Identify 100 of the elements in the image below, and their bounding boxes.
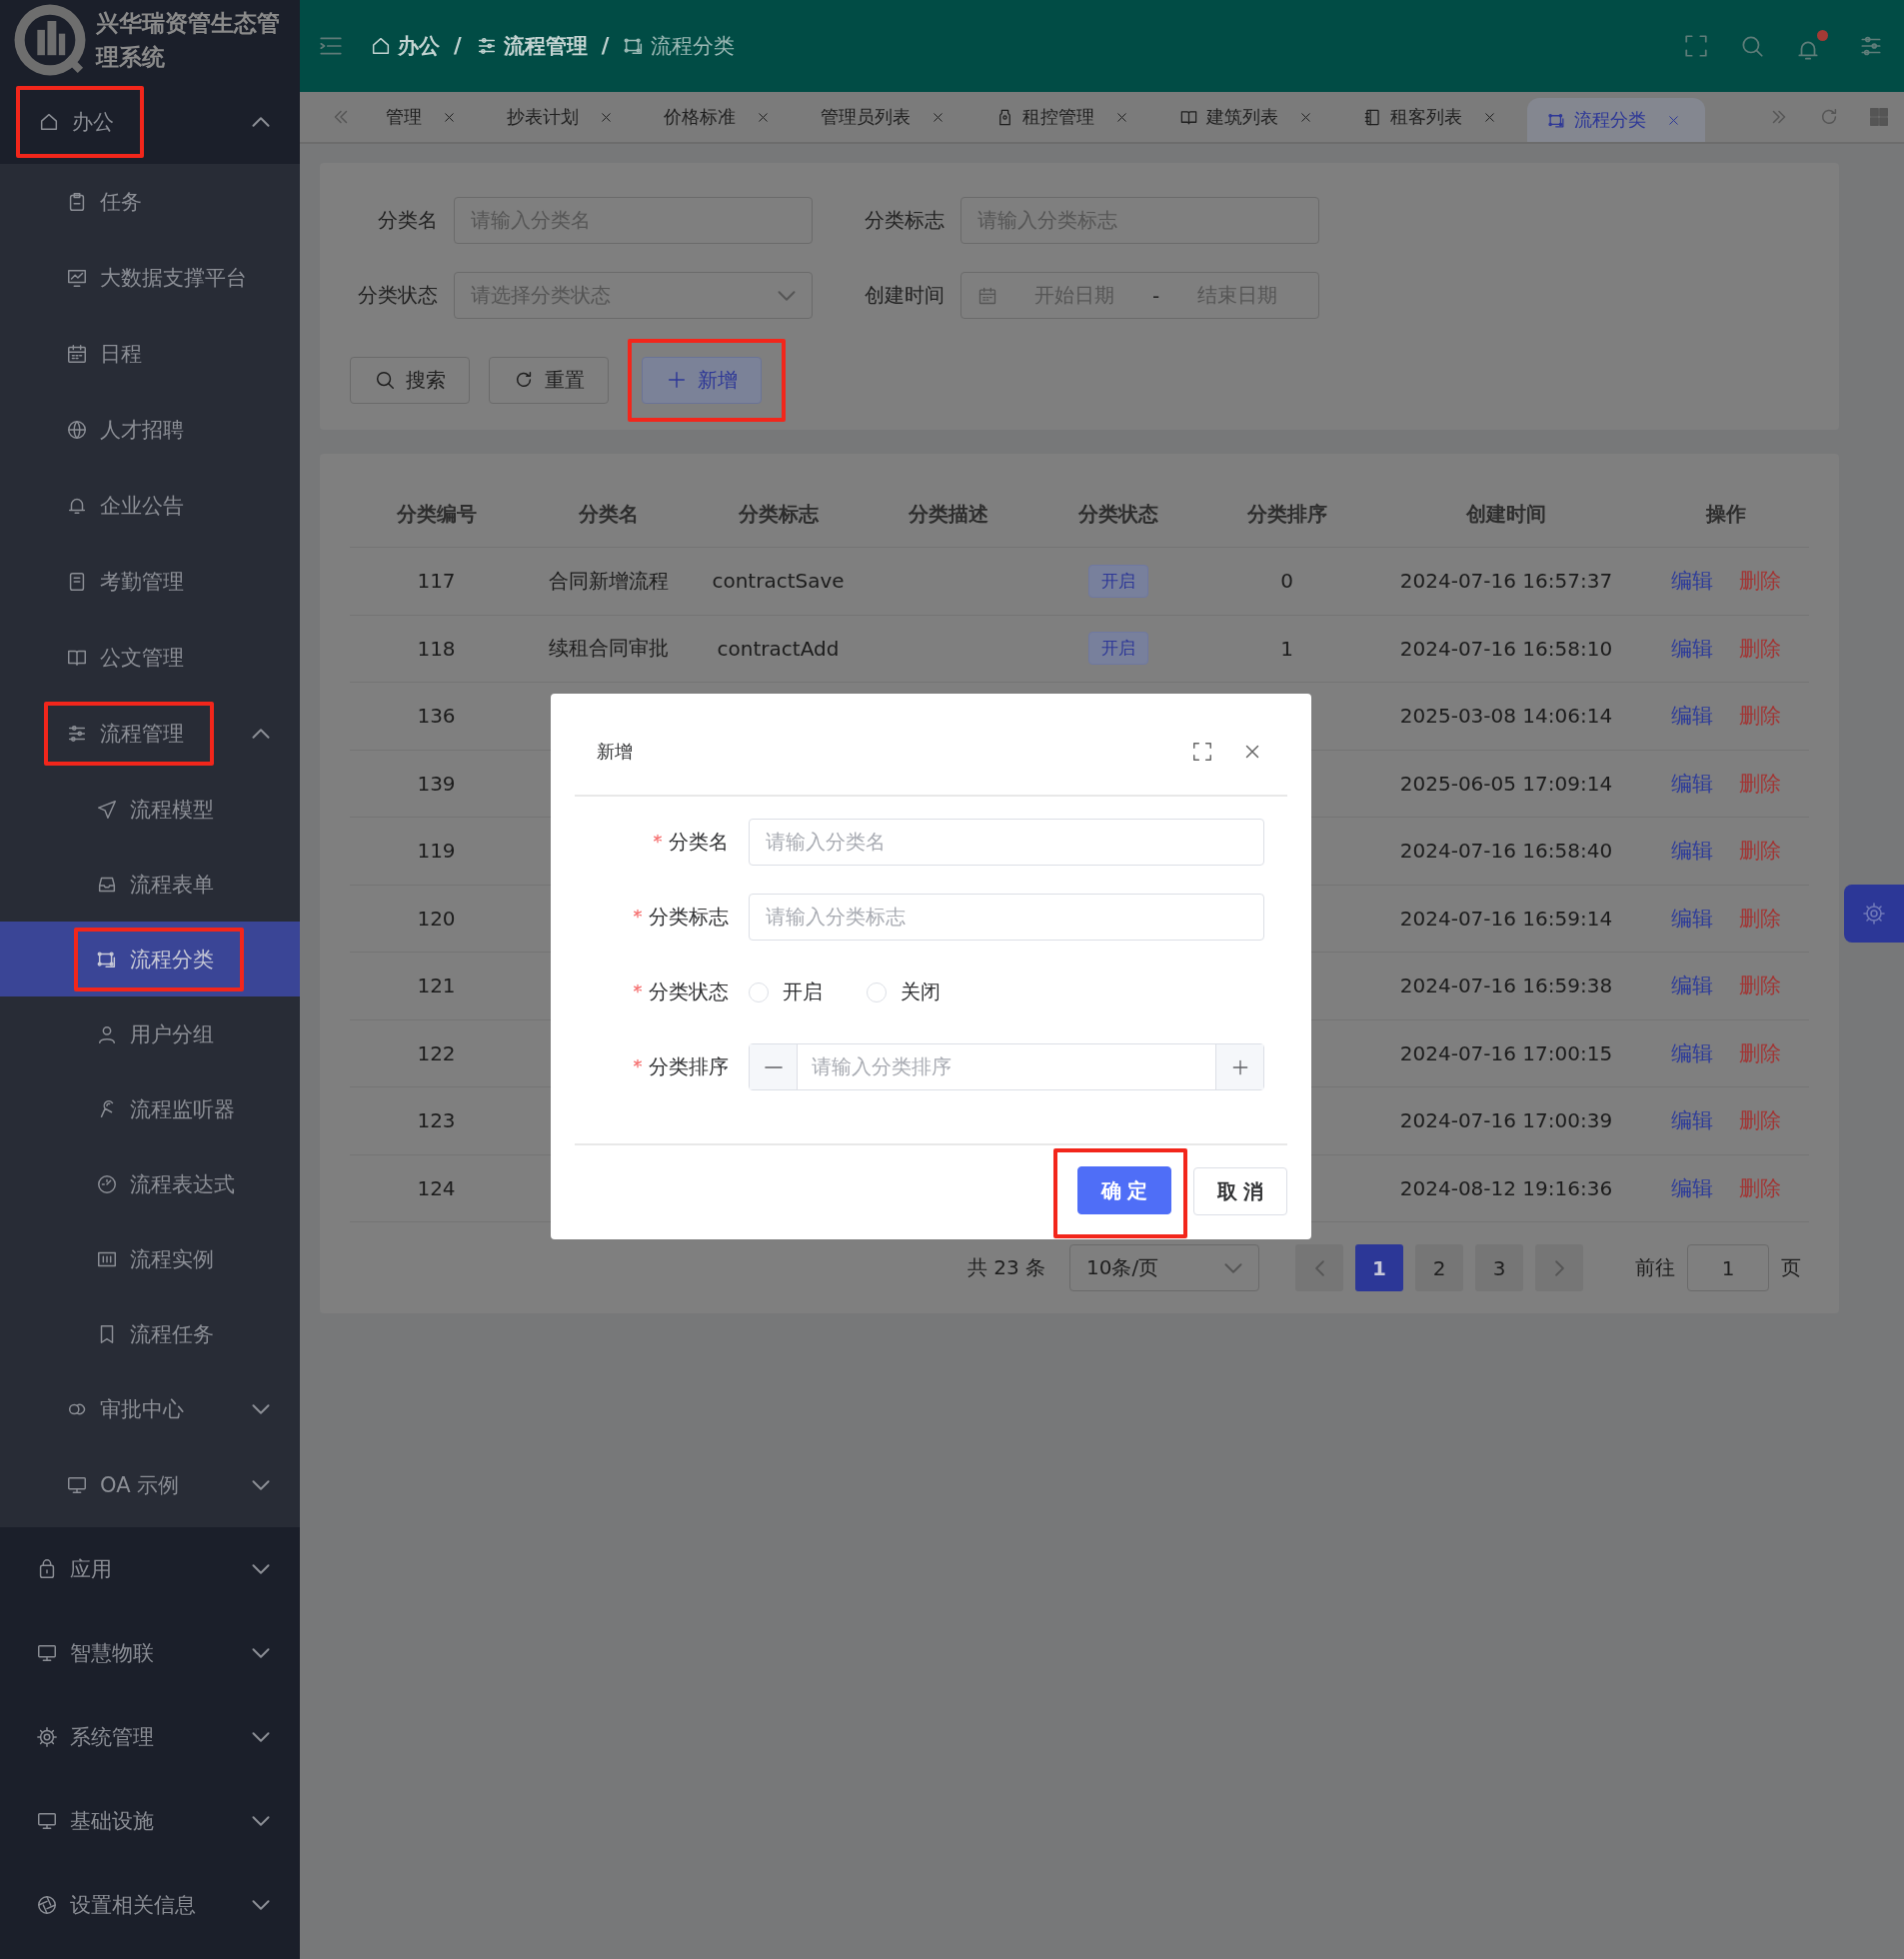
breadcrumb-label: 办公 bbox=[398, 33, 440, 60]
page-button[interactable]: 1 bbox=[1355, 1244, 1403, 1291]
tab[interactable]: 租客列表 bbox=[1343, 92, 1521, 142]
calendar-icon bbox=[66, 343, 88, 365]
table-cell-text: 124 bbox=[416, 1175, 457, 1200]
globe-icon bbox=[66, 419, 88, 441]
page-size-select[interactable]: 10条/页 bbox=[1069, 1244, 1259, 1291]
menu-label: 应用 bbox=[70, 1556, 112, 1583]
menu-label: 流程表达式 bbox=[130, 1170, 235, 1198]
goto-label: 前往 bbox=[1635, 1254, 1675, 1281]
menu-item[interactable]: 流程分类 bbox=[0, 922, 300, 996]
breadcrumb-link[interactable]: 办公 bbox=[370, 32, 440, 60]
edit-link[interactable]: 编辑 bbox=[1670, 1038, 1713, 1067]
edit-link[interactable]: 编辑 bbox=[1670, 837, 1713, 866]
table-cell-text: 续租合同审批 bbox=[547, 635, 670, 663]
menu-item[interactable]: 流程监听器 bbox=[0, 1071, 300, 1146]
menu-item[interactable]: 流程模型 bbox=[0, 772, 300, 847]
tab[interactable]: 价格标准 bbox=[644, 92, 795, 142]
table-cell-text: 2025-03-08 14:06:14 bbox=[1398, 704, 1614, 729]
dialog-title: 新增 bbox=[597, 739, 634, 764]
menu-item[interactable]: 流程任务 bbox=[0, 1296, 300, 1371]
menu-label: 审批中心 bbox=[100, 1396, 184, 1423]
menu-label: 流程模型 bbox=[130, 796, 214, 824]
edit-link[interactable]: 编辑 bbox=[1670, 567, 1713, 596]
menu-item[interactable]: 任务 bbox=[0, 164, 300, 240]
edit-link[interactable]: 编辑 bbox=[1670, 972, 1713, 1000]
edit-link[interactable]: 编辑 bbox=[1670, 1173, 1713, 1202]
cancel-button[interactable]: 取 消 bbox=[1193, 1167, 1287, 1215]
menu-label: 基础设施 bbox=[70, 1808, 154, 1835]
breadcrumb-label: 流程管理 bbox=[503, 33, 588, 60]
column-header: 分类名 bbox=[577, 501, 640, 528]
add-button[interactable]: 新增 bbox=[642, 356, 762, 404]
previous-page-button[interactable] bbox=[1295, 1244, 1343, 1291]
table-cell-text: 118 bbox=[416, 636, 457, 661]
breadcrumb-link[interactable]: 流程分类 bbox=[623, 32, 736, 60]
menu-item[interactable]: 日程 bbox=[0, 316, 300, 392]
menu-item[interactable]: 大数据支撑平台 bbox=[0, 240, 300, 316]
send-icon bbox=[96, 798, 118, 821]
tab[interactable]: 抄表计划 bbox=[487, 92, 638, 142]
calendar-icon bbox=[977, 285, 997, 306]
radio-label: 关闭 bbox=[901, 979, 941, 1005]
menu-item[interactable]: 流程表达式 bbox=[0, 1146, 300, 1221]
edit-link[interactable]: 编辑 bbox=[1670, 769, 1713, 798]
tab[interactable]: 流程分类 bbox=[1527, 98, 1705, 142]
search-button[interactable]: 搜索 bbox=[350, 356, 470, 404]
menu-item[interactable]: 企业公告 bbox=[0, 468, 300, 544]
input-field[interactable]: 请输入分类标志 bbox=[749, 894, 1264, 941]
confirm-button[interactable]: 确 定 bbox=[1077, 1166, 1171, 1214]
tab[interactable]: 建筑列表 bbox=[1159, 92, 1337, 142]
chevron-down-icon bbox=[252, 1564, 270, 1574]
menu-item[interactable]: 考勤管理 bbox=[0, 544, 300, 620]
column-header: 分类编号 bbox=[395, 501, 478, 528]
chevron-down-icon bbox=[778, 290, 796, 301]
menu-item[interactable]: 用户分组 bbox=[0, 996, 300, 1071]
field-label: 分类状态 bbox=[649, 979, 729, 1005]
menu-item[interactable]: 流程实例 bbox=[0, 1221, 300, 1296]
breadcrumb-link[interactable]: 流程管理 bbox=[475, 32, 588, 60]
page-button[interactable]: 2 bbox=[1415, 1244, 1463, 1291]
chevron-down-icon bbox=[252, 1648, 270, 1658]
sliders-icon bbox=[66, 723, 88, 745]
notification-button[interactable] bbox=[1795, 29, 1828, 63]
page-button[interactable]: 3 bbox=[1475, 1244, 1523, 1291]
monitor-icon bbox=[66, 1474, 88, 1496]
menu-item[interactable]: 人才招聘 bbox=[0, 392, 300, 468]
menu-item[interactable]: 流程表单 bbox=[0, 847, 300, 922]
table-cell-text: 合同新增流程 bbox=[547, 567, 670, 595]
next-page-button[interactable] bbox=[1535, 1244, 1583, 1291]
edit-link[interactable]: 编辑 bbox=[1670, 634, 1713, 663]
field-label: 分类排序 bbox=[649, 1053, 729, 1080]
radio-option[interactable]: 关闭 bbox=[867, 979, 941, 1005]
menu-item[interactable]: 审批中心 bbox=[0, 1371, 300, 1447]
column-header: 创建时间 bbox=[1464, 501, 1547, 528]
tab[interactable]: 管理 bbox=[366, 92, 481, 142]
menu-label: 流程实例 bbox=[130, 1245, 214, 1273]
page-input[interactable]: 1 bbox=[1687, 1244, 1769, 1291]
menu-item[interactable]: OA 示例 bbox=[0, 1447, 300, 1523]
table-cell-text: 136 bbox=[416, 704, 457, 729]
breadcrumb-label: 流程分类 bbox=[651, 33, 736, 60]
radio-option[interactable]: 开启 bbox=[749, 979, 823, 1005]
fullscreen-icon bbox=[1191, 740, 1213, 763]
notebook-icon bbox=[1363, 107, 1382, 127]
table-cell-text: 2024-08-12 19:16:36 bbox=[1398, 1175, 1614, 1200]
table-cell-text: 0 bbox=[1279, 569, 1294, 594]
menu-item[interactable]: 公文管理 bbox=[0, 620, 300, 696]
edit-link[interactable]: 编辑 bbox=[1670, 702, 1713, 731]
monitor-icon bbox=[36, 1642, 58, 1664]
menu-label: 考勤管理 bbox=[100, 569, 184, 596]
menu-item[interactable]: 流程管理 bbox=[0, 696, 300, 772]
app-title: 兴华瑞资管生态管理系统 bbox=[96, 9, 281, 72]
edit-link[interactable]: 编辑 bbox=[1670, 1106, 1713, 1135]
column-header: 分类描述 bbox=[907, 501, 989, 528]
tab-label: 管理 bbox=[386, 105, 422, 129]
tab[interactable]: 管理员列表 bbox=[801, 92, 969, 142]
edit-link[interactable]: 编辑 bbox=[1670, 904, 1713, 933]
reset-button[interactable]: 重置 bbox=[489, 356, 609, 404]
input-field[interactable]: 请输入分类名 bbox=[749, 819, 1264, 866]
tab[interactable]: 租控管理 bbox=[975, 92, 1153, 142]
field-label: 分类标志 bbox=[864, 207, 945, 234]
menu-label: 用户分组 bbox=[130, 1020, 214, 1048]
settings-button[interactable] bbox=[1844, 885, 1904, 943]
